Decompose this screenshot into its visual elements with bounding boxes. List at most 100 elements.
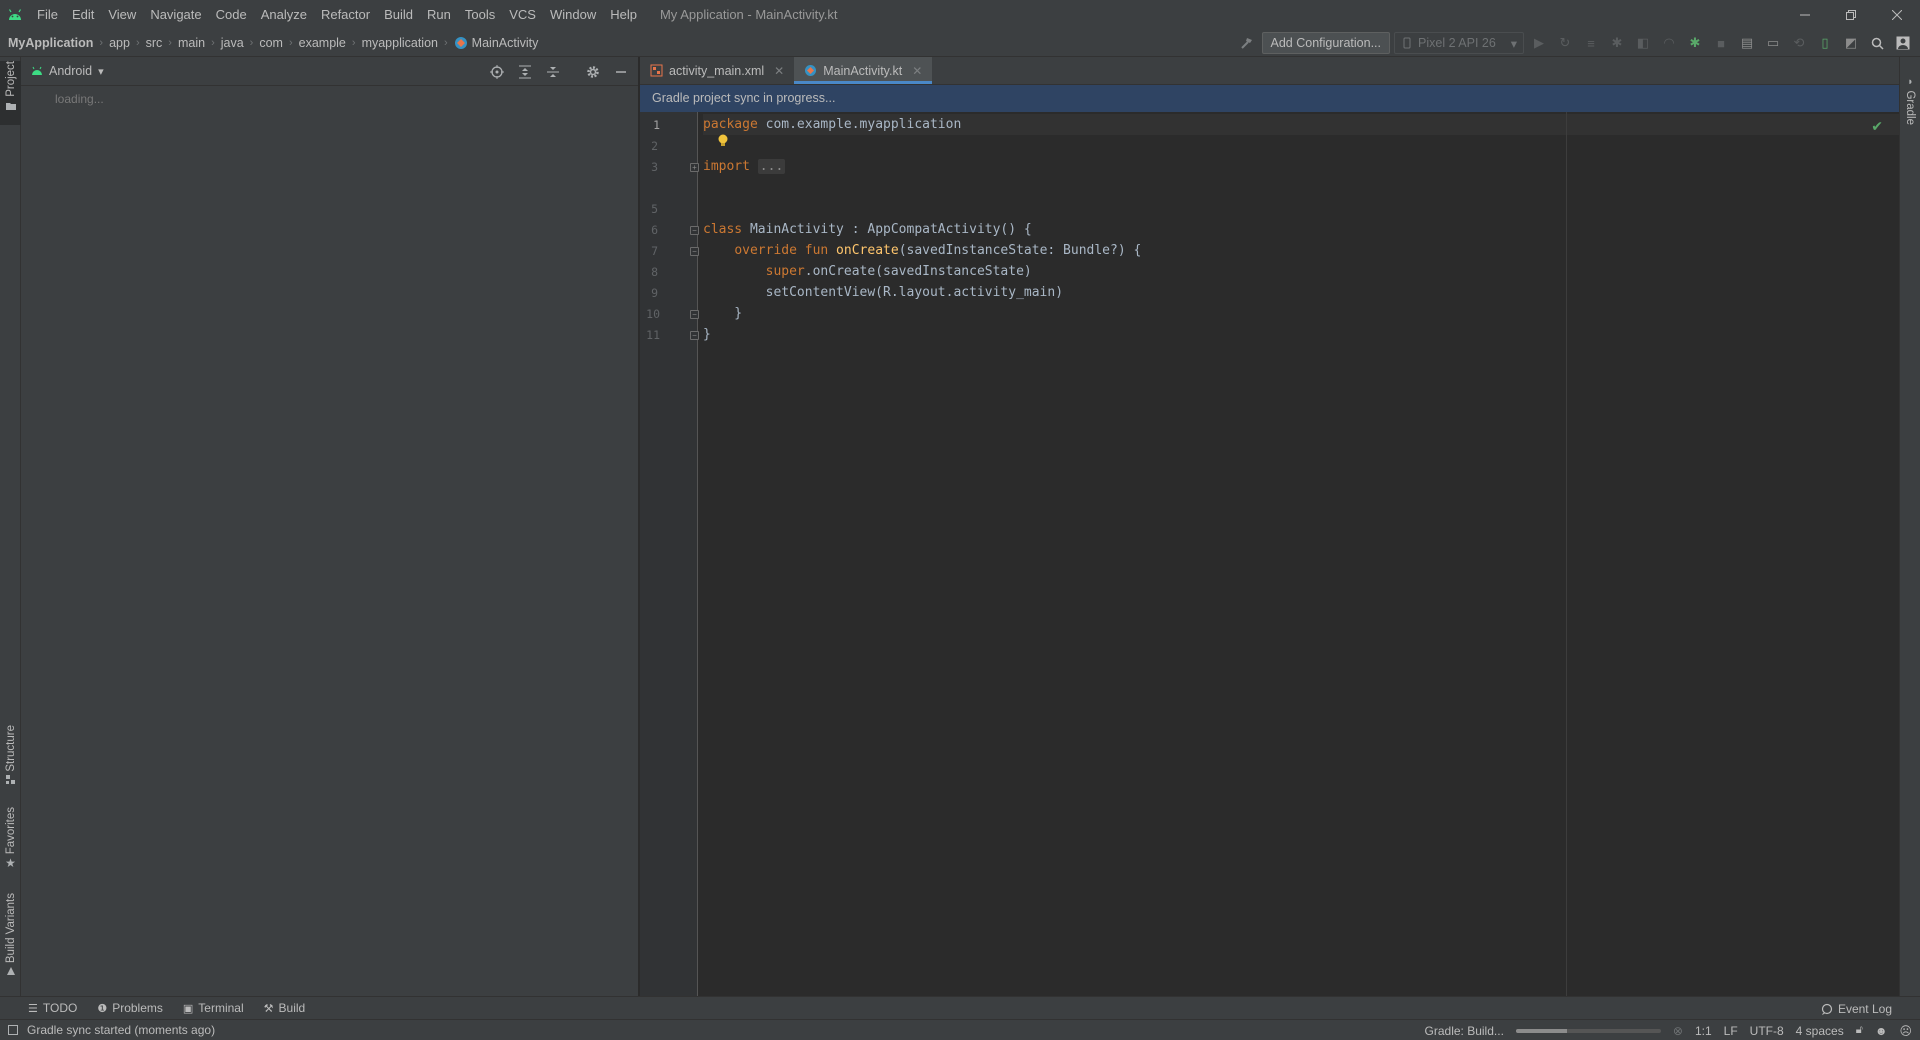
event-log-button[interactable]: Event Log (1821, 997, 1892, 1020)
minimize-button[interactable] (1782, 0, 1828, 29)
fold-marker-icon[interactable]: − (690, 331, 699, 340)
menu-view[interactable]: View (101, 0, 143, 29)
close-tab-icon[interactable]: ✕ (912, 64, 922, 78)
device-selector[interactable]: Pixel 2 API 26 ▾ (1394, 32, 1524, 54)
line-separator[interactable]: LF (1724, 1024, 1738, 1038)
locate-file-icon[interactable] (486, 61, 508, 83)
tab-activity-main-xml[interactable]: activity_main.xml ✕ (640, 57, 794, 84)
breadcrumb-java[interactable]: java (221, 36, 244, 50)
smiley-icon[interactable]: ☻ (1875, 1024, 1888, 1038)
close-tab-icon[interactable]: ✕ (774, 64, 784, 78)
tool-tab-structure[interactable]: Structure (0, 725, 21, 795)
structure-icon (5, 774, 15, 784)
line-number: 3 (651, 160, 658, 174)
breadcrumb-com[interactable]: com (259, 36, 283, 50)
info-icon: ❶ (97, 1002, 108, 1015)
hammer-icon[interactable] (1236, 32, 1258, 54)
tool-tab-gradle[interactable]: Gradle ◖ (1900, 63, 1920, 125)
tool-tab-build-variants[interactable]: Build Variants (0, 893, 21, 985)
navigation-bar: MyApplication › app › src › main › java … (0, 29, 1920, 57)
project-structure-icon[interactable]: ▤ (1736, 32, 1758, 54)
debug-icon[interactable]: ✱ (1606, 32, 1628, 54)
feedback-icon[interactable]: ☹ (1899, 1024, 1912, 1038)
folded-imports[interactable]: ... (757, 159, 786, 174)
account-icon[interactable] (1892, 32, 1914, 54)
toggle-tool-windows-icon[interactable] (8, 1025, 18, 1035)
close-window-button[interactable] (1874, 0, 1920, 29)
attach-debugger-icon[interactable]: ✱ (1684, 32, 1706, 54)
lock-icon[interactable]: 🔓︎ (1856, 1024, 1863, 1037)
add-configuration-button[interactable]: Add Configuration... (1261, 32, 1390, 54)
menu-help[interactable]: Help (603, 0, 644, 29)
avd-manager-icon[interactable]: ▯ (1814, 32, 1836, 54)
apply-code-changes-icon[interactable]: ≡ (1580, 32, 1602, 54)
menu-navigate[interactable]: Navigate (143, 0, 208, 29)
fold-marker-icon[interactable]: − (690, 226, 699, 235)
menu-file[interactable]: File (30, 0, 65, 29)
event-log-label: Event Log (1837, 1001, 1892, 1016)
code-text: .onCreate(savedInstanceState) (804, 264, 1032, 279)
menu-run[interactable]: Run (420, 0, 458, 29)
code-area[interactable]: 1 2 3 5 6 7 8 9 10 11 + − − − − package … (640, 112, 1899, 996)
breadcrumb-src[interactable]: src (146, 36, 163, 50)
menu-refactor[interactable]: Refactor (314, 0, 377, 29)
run-icon[interactable]: ▶ (1528, 32, 1550, 54)
fold-marker-icon[interactable]: − (690, 310, 699, 319)
menu-vcs[interactable]: VCS (502, 0, 543, 29)
editor-area: activity_main.xml ✕ MainActivity.kt ✕ Gr… (640, 57, 1899, 996)
collapse-all-icon[interactable] (542, 61, 564, 83)
caret-position[interactable]: 1:1 (1695, 1024, 1712, 1038)
terminal-icon: ▣ (182, 1002, 194, 1015)
code-line-1: package com.example.myapplication (703, 114, 961, 135)
tool-tab-project[interactable]: Project (0, 61, 21, 125)
breadcrumb-main[interactable]: main (178, 36, 205, 50)
menu-analyze[interactable]: Analyze (254, 0, 314, 29)
hide-panel-icon[interactable] (610, 61, 632, 83)
code-text: com.example.myapplication (757, 117, 962, 132)
tab-mainactivity-kt[interactable]: MainActivity.kt ✕ (794, 57, 933, 84)
sync-gradle-icon[interactable]: ⟲ (1788, 32, 1810, 54)
tool-tab-todo[interactable]: ☰ TODO (28, 1001, 77, 1015)
project-tool-window: Android ▾ loading... (21, 57, 639, 996)
device-phone-icon (1403, 37, 1411, 49)
breadcrumb-myapplication-pkg[interactable]: myapplication (362, 36, 438, 50)
coverage-icon[interactable]: ◧ (1632, 32, 1654, 54)
tool-tab-build[interactable]: ⚒ Build (264, 1001, 306, 1015)
status-right: Gradle: Build... ⊗ 1:1 LF UTF-8 4 spaces… (1425, 1020, 1912, 1040)
window-title: My Application - MainActivity.kt (659, 7, 838, 22)
menu-window[interactable]: Window (543, 0, 603, 29)
expand-all-icon[interactable] (514, 61, 536, 83)
layout-inspector-icon[interactable]: ◩ (1840, 32, 1862, 54)
no-problems-check-icon[interactable]: ✔ (1871, 118, 1883, 135)
indent-setting[interactable]: 4 spaces (1796, 1024, 1844, 1038)
gradle-status[interactable]: Gradle: Build... (1425, 1024, 1504, 1038)
apply-changes-icon[interactable]: ↻ (1554, 32, 1576, 54)
code-content[interactable]: package com.example.myapplication import… (703, 112, 1899, 996)
keyword: package (703, 117, 758, 132)
tool-tab-favorites[interactable]: Favorites ★ (0, 807, 21, 881)
fold-marker-icon[interactable]: + (690, 163, 699, 172)
menu-code[interactable]: Code (209, 0, 254, 29)
gear-icon[interactable] (582, 61, 604, 83)
breadcrumb-app[interactable]: app (109, 36, 130, 50)
fold-marker-icon[interactable]: − (690, 247, 699, 256)
breadcrumb-mainactivity[interactable]: MainActivity (454, 36, 538, 50)
search-icon[interactable] (1866, 32, 1888, 54)
menu-tools[interactable]: Tools (458, 0, 502, 29)
cancel-progress-icon[interactable]: ⊗ (1673, 1024, 1683, 1038)
profile-icon[interactable]: ◠ (1658, 32, 1680, 54)
file-encoding[interactable]: UTF-8 (1750, 1024, 1784, 1038)
sdk-manager-icon[interactable]: ▭ (1762, 32, 1784, 54)
stop-icon[interactable]: ■ (1710, 32, 1732, 54)
code-line-7: override fun onCreate(savedInstanceState… (703, 240, 1141, 261)
menu-build[interactable]: Build (377, 0, 420, 29)
breadcrumb-example[interactable]: example (299, 36, 346, 50)
menu-edit[interactable]: Edit (65, 0, 101, 29)
breadcrumb-myapplication[interactable]: MyApplication (8, 36, 93, 50)
restore-button[interactable] (1828, 0, 1874, 29)
lightbulb-icon[interactable] (717, 134, 729, 148)
tool-tab-terminal[interactable]: ▣ Terminal (183, 1001, 244, 1015)
tool-tab-problems[interactable]: ❶ Problems (97, 1001, 163, 1015)
project-view-selector[interactable]: Android ▾ (31, 64, 104, 78)
